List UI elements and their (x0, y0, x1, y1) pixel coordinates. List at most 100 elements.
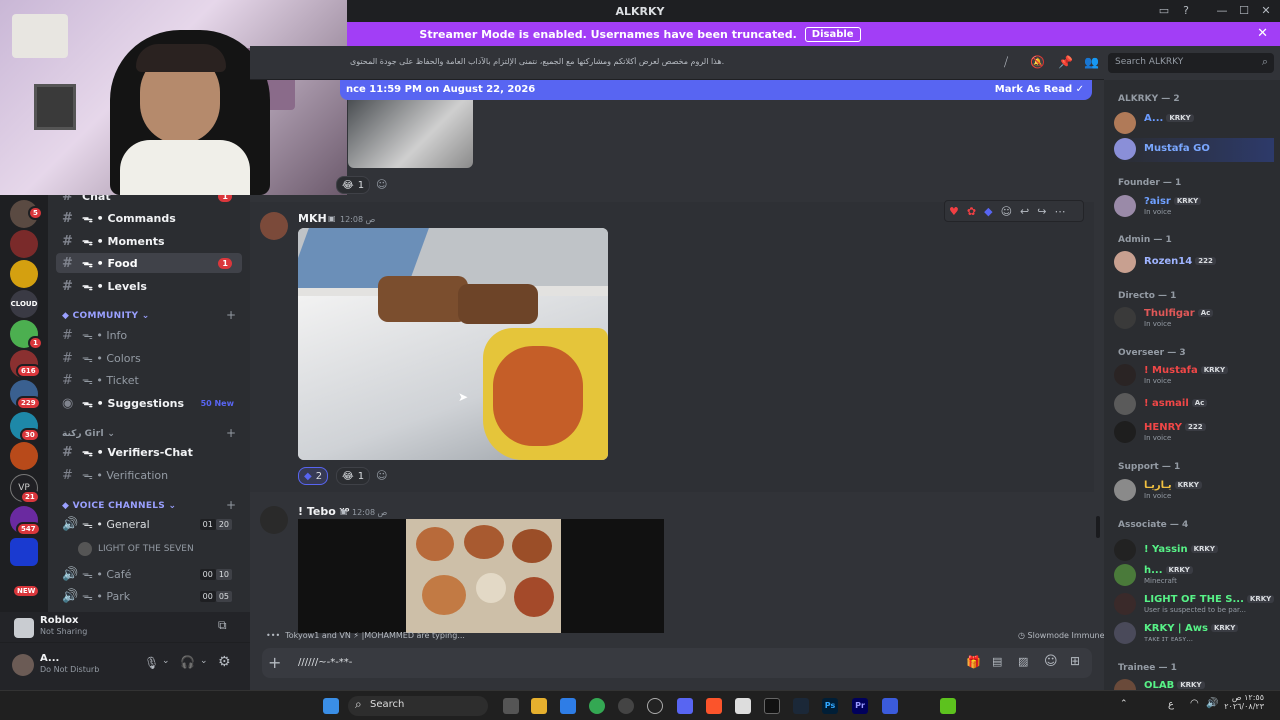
member-item[interactable]: Rozen14 222 (1114, 251, 1274, 275)
discord-icon[interactable] (677, 698, 693, 714)
channel-moments[interactable]: # ᯓ • Moments (56, 231, 242, 251)
voice-channel-cafe[interactable]: 🔊 ᯓ • Café 00 10 (56, 564, 242, 584)
channel-verifiers-chat[interactable]: # ᯓ • Verifiers-Chat (56, 442, 242, 462)
avatar[interactable] (260, 212, 288, 240)
store-icon[interactable] (560, 698, 576, 714)
member-item[interactable]: Mustafa GO (1114, 138, 1274, 162)
channel-info[interactable]: # ᯓ • Info (56, 325, 242, 345)
app-icon[interactable] (647, 698, 663, 714)
category-community[interactable]: ◆ COMMUNITY ⌄ (62, 311, 150, 321)
sticker-icon[interactable]: ▨ (1018, 655, 1028, 668)
server-icon[interactable] (10, 260, 38, 288)
add-reaction-icon[interactable]: ☺ (376, 178, 387, 191)
reaction-chip[interactable]: 😂 1 (336, 467, 371, 485)
emoji-icon[interactable]: ☺ (1044, 654, 1058, 669)
start-menu-icon[interactable] (323, 698, 339, 714)
channel-ticket[interactable]: # ᯓ • Ticket (56, 370, 242, 390)
voice-channel-park[interactable]: 🔊 ᯓ • Park 00 05 (56, 586, 242, 606)
gif-icon[interactable]: ▤ (992, 655, 1002, 668)
member-item[interactable]: Thulfigar Ac In voice (1114, 307, 1274, 331)
member-item[interactable]: ?aisr KRKY In voice (1114, 195, 1274, 219)
channel-colors[interactable]: # ᯓ • Colors (56, 348, 242, 368)
more-options-icon[interactable]: ⋯ (1054, 205, 1065, 218)
add-channel-icon[interactable]: + (226, 498, 236, 512)
wifi-icon[interactable]: ◠ (1190, 698, 1199, 709)
pin-icon[interactable]: 📌 (1058, 55, 1073, 69)
brave-icon[interactable] (706, 698, 722, 714)
diamond-reaction-icon[interactable]: ◆ (984, 205, 992, 218)
member-item[interactable]: ! Mustafa KRKY In voice (1114, 364, 1274, 388)
add-channel-icon[interactable]: + (226, 426, 236, 440)
message-author[interactable]: MKH (298, 212, 327, 225)
food-image[interactable] (298, 228, 608, 460)
reply-icon[interactable]: ↩ (1020, 205, 1029, 218)
maximize-button[interactable]: ☐ (1236, 3, 1252, 19)
member-item[interactable]: HENRY 222 In voice (1114, 421, 1274, 445)
apps-icon[interactable]: ⊞ (1070, 654, 1080, 668)
premiere-icon[interactable]: Pr (852, 698, 868, 714)
stream-icon[interactable]: ⧉ (218, 618, 227, 633)
avatar[interactable] (260, 506, 288, 534)
help-icon[interactable]: ? (1178, 3, 1194, 19)
photoshop-icon[interactable]: Ps (822, 698, 838, 714)
volume-icon[interactable]: 🔊 (1206, 698, 1218, 709)
avatar[interactable] (12, 654, 34, 676)
server-icon[interactable]: CLOUD (10, 290, 38, 318)
channel-levels[interactable]: # ᯓ • Levels (56, 276, 242, 296)
attachment-image[interactable] (348, 100, 473, 168)
channel-commands[interactable]: # ᯓ • Commands (56, 208, 242, 228)
gift-icon[interactable]: 🎁 (966, 655, 981, 669)
app-icon[interactable] (735, 698, 751, 714)
chevron-up-icon[interactable]: ⌃ (1120, 699, 1128, 709)
message-composer[interactable]: + //////~-*-**- 🎁 ▤ ▨ ☺ ⊞ (262, 648, 1092, 678)
channel-verification[interactable]: # ᯓ • Verification (56, 465, 242, 485)
minimize-button[interactable]: — (1214, 3, 1230, 19)
heart-reaction-icon[interactable]: ♥ (949, 205, 959, 218)
channel-suggestions[interactable]: ◉ ᯓ • Suggestions 50 New (56, 393, 242, 413)
add-reaction-icon[interactable]: ☺ (1001, 205, 1012, 218)
rose-reaction-icon[interactable]: ✿ (967, 205, 976, 218)
clock[interactable]: ١٢:٥٥ ص ٢٠٢٦/٠٨/٢٣ (1222, 693, 1264, 711)
task-view-icon[interactable] (503, 698, 519, 714)
chrome-icon[interactable] (589, 698, 605, 714)
mark-as-read-button[interactable]: Mark As Read ✓ (995, 84, 1084, 95)
video-embed[interactable] (298, 519, 664, 633)
close-button[interactable]: ✕ (1258, 3, 1274, 19)
member-item[interactable]: LIGHT OF THE S... KRKY User is suspected t… (1114, 593, 1275, 617)
add-channel-icon[interactable]: + (226, 308, 236, 322)
threads-icon[interactable]: ⧸ (1004, 55, 1008, 70)
settings-gear-icon[interactable]: ⚙ (218, 654, 231, 670)
member-item[interactable]: ! Yassin KRKY (1114, 539, 1274, 563)
reaction-chip[interactable]: 😂 1 (336, 176, 371, 194)
disable-button[interactable]: Disable (804, 26, 861, 42)
channel-food[interactable]: # ᯓ • Food 1 (56, 253, 242, 273)
forward-icon[interactable]: ↪ (1037, 205, 1046, 218)
inbox-icon[interactable]: ▭ (1156, 3, 1172, 19)
headphones-icon[interactable]: 🎧 (180, 655, 195, 669)
chevron-down-icon[interactable]: ⌄ (162, 656, 170, 666)
mute-bell-icon[interactable]: 🔕 (1030, 55, 1045, 69)
scrollbar-thumb[interactable] (1096, 516, 1100, 538)
server-icon[interactable] (10, 230, 38, 258)
message-input[interactable]: //////~-*-**- (298, 657, 352, 668)
taskbar-search[interactable]: ⌕ Search (348, 696, 488, 716)
file-explorer-icon[interactable] (531, 698, 547, 714)
add-attachment-icon[interactable]: + (268, 653, 281, 672)
members-icon[interactable]: 👥 (1084, 55, 1099, 69)
close-banner-icon[interactable]: ✕ (1257, 26, 1268, 41)
app-icon[interactable] (882, 698, 898, 714)
search-input[interactable]: Search ALKRKY ⌕ (1108, 53, 1274, 73)
category-voice[interactable]: ◆ VOICE CHANNELS ⌄ (62, 501, 176, 511)
server-icon[interactable] (10, 442, 38, 470)
category-girl[interactable]: ركنة Girl ⌄ (62, 429, 115, 439)
language-indicator[interactable]: ع (1168, 699, 1174, 710)
minecraft-icon[interactable] (940, 698, 956, 714)
microphone-icon[interactable]: 🎙 (144, 656, 159, 670)
member-item[interactable]: ! asmail Ac (1114, 393, 1274, 417)
app-icon[interactable] (618, 698, 634, 714)
member-item[interactable]: يـاريـا KRKY In voice (1114, 479, 1274, 503)
add-reaction-icon[interactable]: ☺ (376, 469, 387, 482)
member-item[interactable]: h... KRKY Minecraft (1114, 564, 1274, 588)
voice-member[interactable]: LIGHT OF THE SEVEN (78, 540, 238, 558)
new-messages-bar[interactable]: nce 11:59 PM on August 22, 2026 Mark As … (340, 80, 1092, 100)
